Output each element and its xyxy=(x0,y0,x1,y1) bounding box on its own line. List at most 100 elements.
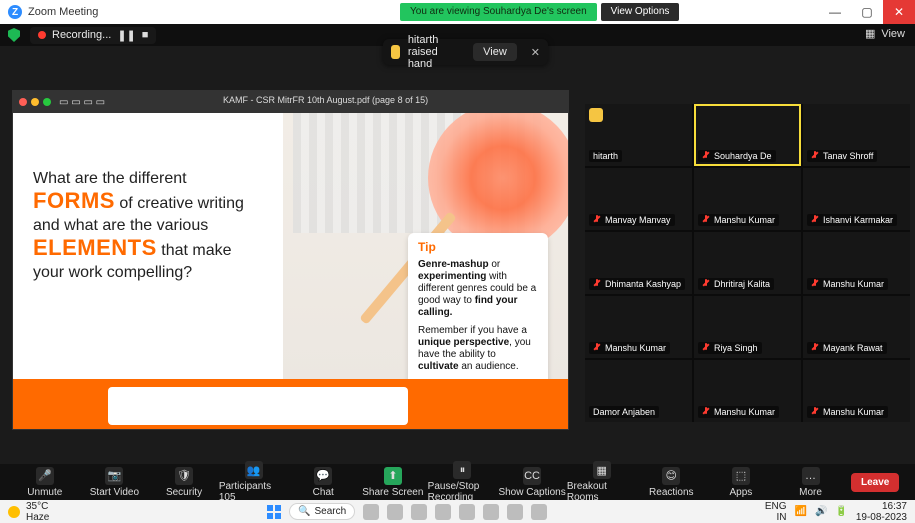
footer-card xyxy=(108,387,408,425)
search-label: Search xyxy=(314,506,347,517)
breakout-rooms-button[interactable]: ▦ Breakout Rooms xyxy=(567,461,637,503)
unmute-label: Unmute xyxy=(27,486,63,498)
tip-hl-4: unique perspective xyxy=(418,337,510,348)
participant-tile-8[interactable]: Dhritiraj Kalita xyxy=(694,232,801,294)
stop-icon[interactable]: ■ xyxy=(142,29,149,42)
tip-hl-5: cultivate xyxy=(418,361,459,372)
window-controls: — ▢ ✕ xyxy=(819,0,915,24)
unmute-button[interactable]: 🎤 Unmute xyxy=(10,466,80,498)
participant-tile-10[interactable]: Manshu Kumar xyxy=(585,296,692,358)
muted-mic-icon xyxy=(811,215,819,225)
start-tile-4 xyxy=(275,512,282,519)
security-label: Security xyxy=(165,486,203,498)
muted-mic-icon xyxy=(702,215,710,225)
muted-mic-icon xyxy=(702,151,710,161)
participant-tile-1[interactable]: hitarth xyxy=(585,104,692,166)
participant-tile-14[interactable]: Manshu Kumar xyxy=(694,360,801,422)
participant-name: Mayank Rawat xyxy=(807,342,887,354)
chat-button[interactable]: 💬 Chat xyxy=(288,466,358,498)
share-screen-button[interactable]: ⬆ Share Screen xyxy=(358,466,428,498)
app-icon-3[interactable] xyxy=(411,503,428,520)
slide-line-3: and what are the various xyxy=(33,217,209,234)
pause-icon[interactable]: ❚❚ xyxy=(117,29,135,42)
language-indicator[interactable]: ENG IN xyxy=(765,501,787,523)
participant-name-text: Manshu Kumar xyxy=(823,279,885,289)
grid-view-icon: ▦ xyxy=(864,28,876,40)
participant-tile-7[interactable]: Dhimanta Kashyap xyxy=(585,232,692,294)
time: 16:37 xyxy=(881,500,907,512)
apps-label: Apps xyxy=(729,486,753,498)
wifi-icon[interactable]: 📶 xyxy=(794,506,806,517)
participant-tile-9[interactable]: Manshu Kumar xyxy=(803,232,910,294)
recording-dot-icon xyxy=(38,31,46,39)
start-video-button[interactable]: 📷 Start Video xyxy=(80,466,150,498)
participants-button[interactable]: 👥 Participants 105 xyxy=(219,461,289,503)
participant-tile-15[interactable]: Manshu Kumar xyxy=(803,360,910,422)
participant-name: Tanav Shroff xyxy=(807,150,878,162)
participant-name: Manshu Kumar xyxy=(589,342,671,354)
mac-traffic-lights xyxy=(19,98,51,106)
app-icon-8[interactable] xyxy=(531,503,548,520)
sun-icon xyxy=(8,505,20,518)
participant-tile-4[interactable]: Manvay Manvay xyxy=(585,168,692,230)
participant-name-text: Manshu Kumar xyxy=(605,343,667,353)
raised-hand-view-button[interactable]: View xyxy=(473,43,517,61)
volume-icon[interactable]: 🔊 xyxy=(815,506,827,517)
tip-hl-2: experimenting xyxy=(418,271,487,282)
apps-button[interactable]: ⬚ Apps xyxy=(706,466,776,498)
tip-text-3: Remember if you have a xyxy=(418,325,527,336)
raised-hand-icon xyxy=(589,108,603,122)
slide-line-4: ELEMENTS that make xyxy=(33,237,271,262)
system-tray: ENG IN 📶 🔊 🔋 16:37 19-08-2023 xyxy=(765,501,907,523)
participant-name-text: Tanav Shroff xyxy=(823,151,874,161)
windows-start-icon[interactable] xyxy=(267,504,282,519)
app-icon-7[interactable] xyxy=(507,503,524,520)
clock[interactable]: 16:37 19-08-2023 xyxy=(856,501,907,523)
view-options-button[interactable]: View Options xyxy=(600,3,680,21)
participant-name: Riya Singh xyxy=(698,342,762,354)
recording-pill[interactable]: Recording... ❚❚ ■ xyxy=(30,26,157,44)
reactions-label: Reactions xyxy=(649,486,694,498)
close-icon[interactable]: ✕ xyxy=(525,46,540,59)
participant-tile-6[interactable]: Ishanvi Karmakar xyxy=(803,168,910,230)
participant-tile-12[interactable]: Mayank Rawat xyxy=(803,296,910,358)
tip-hl-1: Genre-mashup xyxy=(418,259,489,270)
taskbar-search[interactable]: 🔍 Search xyxy=(289,503,356,520)
participant-tile-13[interactable]: Damor Anjaben xyxy=(585,360,692,422)
toolbar-tools[interactable]: ▭ ▭ ▭ ▭ xyxy=(59,97,105,108)
share-screen-label: Share Screen xyxy=(362,486,424,498)
security-button[interactable]: 🛡 Security xyxy=(149,466,219,498)
participant-name-text: Damor Anjaben xyxy=(593,407,656,417)
participant-tile-3[interactable]: Tanav Shroff xyxy=(803,104,910,166)
tip-paragraph-2: Remember if you have a unique perspectiv… xyxy=(418,325,538,373)
security-shield-icon xyxy=(8,28,20,42)
reactions-button[interactable]: 😊 Reactions xyxy=(636,466,706,498)
app-icon-5[interactable] xyxy=(459,503,476,520)
weather-widget[interactable]: 35°C Haze xyxy=(8,501,49,523)
view-button[interactable]: ▦ View xyxy=(864,27,905,41)
participant-name-text: Riya Singh xyxy=(714,343,758,353)
participant-tile-2[interactable]: Souhardya De xyxy=(694,104,801,166)
show-captions-button[interactable]: CC Show Captions xyxy=(497,466,567,498)
battery-icon[interactable]: 🔋 xyxy=(835,506,847,517)
more-button[interactable]: … More xyxy=(776,466,846,498)
app-icon-1[interactable] xyxy=(363,503,380,520)
app-title: Z Zoom Meeting xyxy=(8,5,98,19)
restore-icon[interactable]: ▢ xyxy=(851,0,883,24)
app-icon-6[interactable] xyxy=(483,503,500,520)
app-icon-4[interactable] xyxy=(435,503,452,520)
weather-text: 35°C Haze xyxy=(26,501,49,523)
minimize-icon[interactable]: — xyxy=(819,0,851,24)
raised-hand-text: hitarth raised hand xyxy=(407,34,439,70)
app-icon-2[interactable] xyxy=(387,503,404,520)
participant-tile-5[interactable]: Manshu Kumar xyxy=(694,168,801,230)
close-icon[interactable]: ✕ xyxy=(883,0,915,24)
participant-tile-11[interactable]: Riya Singh xyxy=(694,296,801,358)
elements-highlight: ELEMENTS xyxy=(33,235,157,260)
participant-name: hitarth xyxy=(589,150,623,162)
search-icon: 🔍 xyxy=(298,506,311,517)
participant-name: Souhardya De xyxy=(698,150,776,162)
pause-stop-recording-button[interactable]: ⏸ Pause/Stop Recording xyxy=(428,461,498,503)
shared-screen: ▭ ▭ ▭ ▭ KAMF - CSR MitrFR 10th August.pd… xyxy=(12,90,569,430)
leave-button[interactable]: Leave xyxy=(845,472,905,492)
